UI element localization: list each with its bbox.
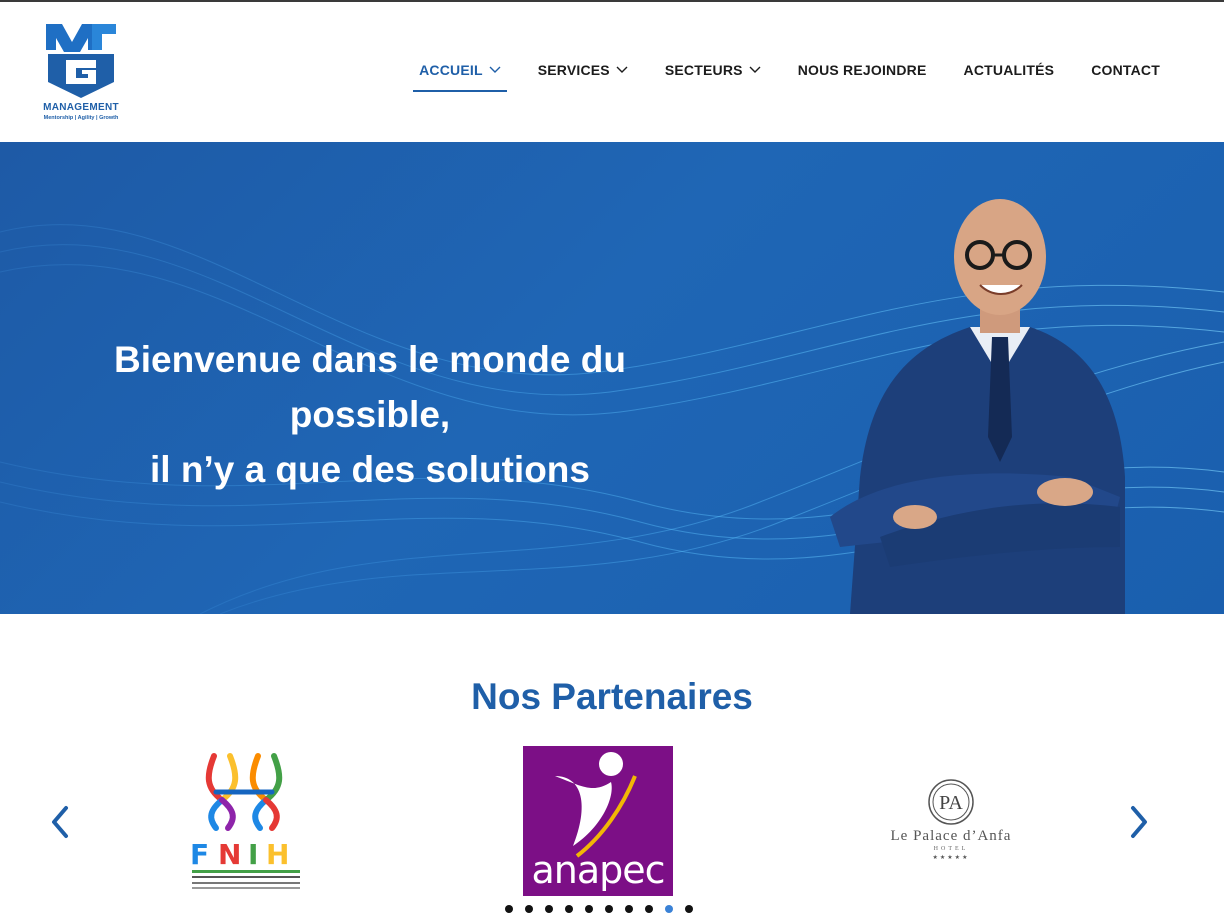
carousel-dot[interactable] [505,905,513,913]
hero-line-2: possible, [289,394,451,435]
partner-logo-anapec[interactable]: anapec [523,746,673,896]
carousel-prev-button[interactable] [45,800,75,844]
hero-line-3: il n’y a que des solutions [150,449,590,490]
carousel-dot[interactable] [545,905,553,913]
palace-crest-icon: PA [928,779,974,825]
palace-logo-sub: HOTEL [933,846,969,852]
anapec-logo-text: anapec [531,848,665,892]
chevron-left-icon [52,806,68,838]
nav-item-contact[interactable]: CONTACT [1085,56,1166,88]
svg-text:N: N [218,838,241,871]
main-nav: ACCUEIL SERVICES SECTEURS NOUS REJOINDRE… [388,56,1166,92]
carousel-dot[interactable] [685,905,693,913]
carousel-dot[interactable] [665,905,673,913]
logo-tagline: Mentorship | Agility | Growth [43,115,119,121]
svg-text:I: I [248,838,258,871]
carousel-dot[interactable] [585,905,593,913]
nav-item-actualites[interactable]: ACTUALITÉS [958,56,1061,88]
brand-logo[interactable]: MANAGEMENT Mentorship | Agility | Growth [36,20,126,126]
nav-item-nous-rejoindre[interactable]: NOUS REJOINDRE [792,56,933,88]
svg-text:PA: PA [939,792,963,814]
palace-logo-stars: ★★★★★ [932,855,970,861]
nav-label: CONTACT [1091,62,1160,78]
hero-headline: Bienvenue dans le monde du possible, il … [60,332,680,497]
nav-label: NOUS REJOINDRE [797,62,927,78]
svg-text:H: H [266,838,289,871]
partners-heading: Nos Partenaires [471,676,753,717]
chevron-down-icon [489,66,501,73]
carousel-dot[interactable] [645,905,653,913]
chevron-down-icon [749,66,761,73]
svg-text:F: F [190,838,209,871]
partner-logo-palace-anfa[interactable]: PA Le Palace d’Anfa HOTEL ★★★★★ [876,776,1026,876]
site-header: MANAGEMENT Mentorship | Agility | Growth… [0,2,1224,142]
nav-item-secteurs[interactable]: SECTEURS [659,56,767,88]
mag-logo-icon [46,24,116,98]
chevron-right-icon [1131,806,1147,838]
hero-line-1: Bienvenue dans le monde du [114,339,626,380]
nav-item-services[interactable]: SERVICES [532,56,634,88]
carousel-dot[interactable] [605,905,613,913]
nav-label: ACTUALITÉS [963,62,1055,78]
nav-label: SECTEURS [664,62,743,78]
carousel-dot[interactable] [525,905,533,913]
logo-name: MANAGEMENT [43,102,119,113]
nav-label: ACCUEIL [419,62,483,78]
partner-logo-fnih[interactable]: F N I H [186,748,306,893]
carousel-pagination [505,905,705,913]
nav-label: SERVICES [537,62,610,78]
consultant-portrait-image [830,199,1125,614]
hero-banner: Bienvenue dans le monde du possible, il … [0,142,1224,614]
nav-item-accueil[interactable]: ACCUEIL [413,56,507,92]
carousel-dot[interactable] [565,905,573,913]
chevron-down-icon [616,66,628,73]
carousel-next-button[interactable] [1124,800,1154,844]
carousel-dot[interactable] [625,905,633,913]
fnih-logo-icon: F N I H [190,753,300,889]
palace-logo-name: Le Palace d’Anfa [890,828,1012,844]
